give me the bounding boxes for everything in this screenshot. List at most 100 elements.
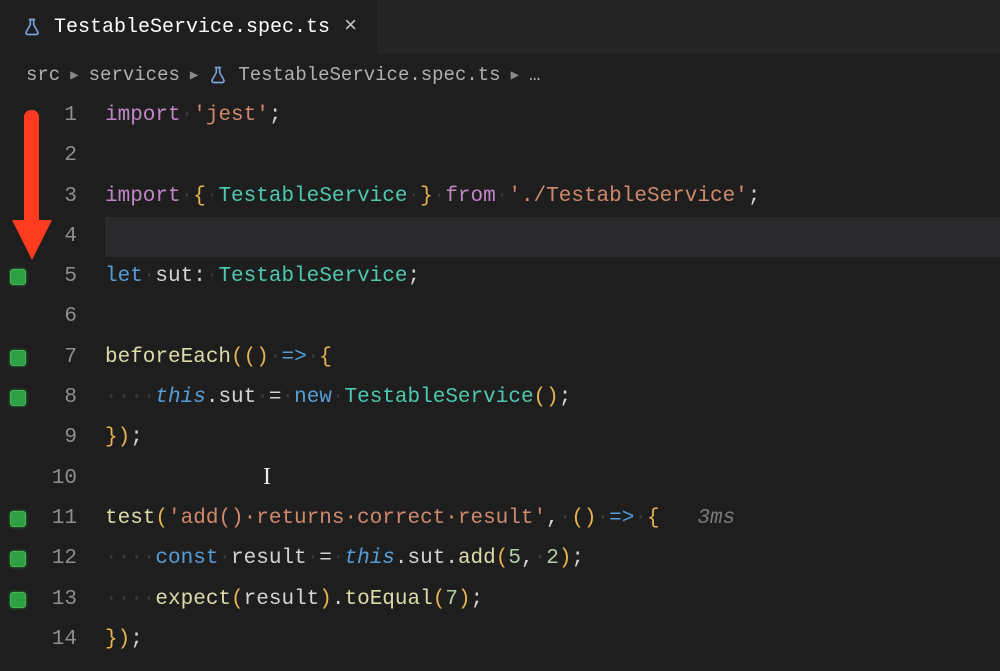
test-pass-marker[interactable] [10, 592, 26, 608]
test-pass-marker[interactable] [10, 269, 26, 285]
token-brace: { [193, 177, 206, 217]
token-ws: · [181, 177, 194, 217]
token-brace: ) [256, 338, 269, 378]
token-type: TestableService [218, 177, 407, 217]
token-brace: ( [433, 580, 446, 620]
token-ws: · [433, 177, 446, 217]
code-line[interactable] [105, 136, 1000, 176]
token-brace: ) [118, 620, 131, 660]
code-line[interactable]: beforeEach(()·=>·{ [105, 338, 1000, 378]
code-line[interactable]: }); [105, 418, 1000, 458]
token-kw-new: new [294, 378, 332, 418]
token-ws: · [281, 378, 294, 418]
code-line[interactable] [105, 217, 1000, 257]
code-line[interactable]: ····expect(result).toEqual(7); [105, 580, 1000, 620]
token-brace: { [647, 499, 660, 539]
token-num: 7 [445, 580, 458, 620]
token-ws: · [407, 177, 420, 217]
tab-bar: TestableService.spec.ts × [0, 0, 1000, 54]
token-var: result [244, 580, 320, 620]
token-ws: · [597, 499, 610, 539]
token-fn: add [458, 539, 496, 579]
test-pass-marker[interactable] [10, 350, 26, 366]
line-number: 9 [0, 418, 77, 458]
token-punct: . [445, 539, 458, 579]
crumb-file[interactable]: TestableService.spec.ts [238, 64, 500, 86]
token-brace: ) [118, 418, 131, 458]
token-kw-const: const [155, 539, 218, 579]
token-kw-this: this [345, 539, 395, 579]
beaker-icon [208, 65, 228, 85]
test-pass-marker[interactable] [10, 511, 26, 527]
token-prop: sut [408, 539, 446, 579]
token-ws: · [559, 499, 572, 539]
token-ws: · [332, 378, 345, 418]
token-ws: ···· [105, 580, 155, 620]
token-ws: · [206, 257, 219, 297]
crumb-ellipsis[interactable]: … [529, 64, 542, 86]
token-punct: . [332, 580, 345, 620]
token-prop: sut [218, 378, 256, 418]
token-kw-import: import [105, 177, 181, 217]
token-punct: ; [748, 177, 761, 217]
code-line[interactable]: test('add()·returns·correct·result',·()·… [105, 499, 1000, 539]
token-fn: toEqual [345, 580, 433, 620]
code-line[interactable] [105, 297, 1000, 337]
test-pass-marker[interactable] [10, 390, 26, 406]
token-fn: beforeEach [105, 338, 231, 378]
chevron-right-icon: ▶ [70, 67, 78, 84]
crumb-folder[interactable]: src [26, 64, 60, 86]
editor-tab[interactable]: TestableService.spec.ts × [0, 0, 378, 54]
code-line[interactable]: let·sut:·TestableService; [105, 257, 1000, 297]
code-line[interactable]: ····const·result·=·this.sut.add(5,·2); [105, 539, 1000, 579]
token-type: TestableService [345, 378, 534, 418]
token-kw-this: this [155, 378, 205, 418]
token-punct: . [395, 539, 408, 579]
token-ws: · [269, 338, 282, 378]
code-editor[interactable]: 1234567891011121314 import·'jest';import… [0, 96, 1000, 671]
chevron-right-icon: ▶ [190, 67, 198, 84]
token-ws: · [307, 539, 320, 579]
token-brace: ) [546, 378, 559, 418]
token-ws: · [496, 177, 509, 217]
token-brace: } [105, 418, 118, 458]
token-string: 'add()·returns·correct·result' [168, 499, 546, 539]
token-num: 2 [546, 539, 559, 579]
token-punct: ; [269, 96, 282, 136]
token-brace: { [319, 338, 332, 378]
breadcrumb[interactable]: src ▶ services ▶ TestableService.spec.ts… [0, 54, 1000, 96]
codelens-timing: 3ms [697, 499, 735, 539]
code-line[interactable]: }); [105, 620, 1000, 660]
tab-filename: TestableService.spec.ts [54, 16, 330, 39]
code-line[interactable]: ····this.sut·=·new·TestableService(); [105, 378, 1000, 418]
close-icon[interactable]: × [342, 16, 359, 38]
code-line[interactable] [105, 459, 1000, 499]
token-punct: . [206, 378, 219, 418]
test-pass-marker[interactable] [10, 551, 26, 567]
token-brace: ) [584, 499, 597, 539]
token-punct: ; [571, 539, 584, 579]
token-kw-arrow: => [609, 499, 634, 539]
token-punct: , [521, 539, 534, 579]
token-kw-import: import [105, 96, 181, 136]
token-ws: ···· [105, 378, 155, 418]
token-num: 5 [508, 539, 521, 579]
token-var: sut [155, 257, 193, 297]
token-kw-from: from [445, 177, 495, 217]
code-line[interactable]: import·'jest'; [105, 96, 1000, 136]
token-ws: · [181, 96, 194, 136]
token-kw-let: let [105, 257, 143, 297]
crumb-folder[interactable]: services [89, 64, 180, 86]
token-var: result [231, 539, 307, 579]
token-punct: ; [130, 620, 143, 660]
token-string: 'jest' [193, 96, 269, 136]
token-fn: expect [155, 580, 231, 620]
token-brace: ( [534, 378, 547, 418]
token-ws: · [534, 539, 547, 579]
token-ws: · [307, 338, 320, 378]
code-area[interactable]: import·'jest';import·{·TestableService·}… [105, 96, 1000, 671]
code-line[interactable]: import·{·TestableService·}·from·'./Testa… [105, 177, 1000, 217]
token-brace: ( [231, 338, 244, 378]
token-punct: = [319, 539, 332, 579]
token-punct: ; [407, 257, 420, 297]
